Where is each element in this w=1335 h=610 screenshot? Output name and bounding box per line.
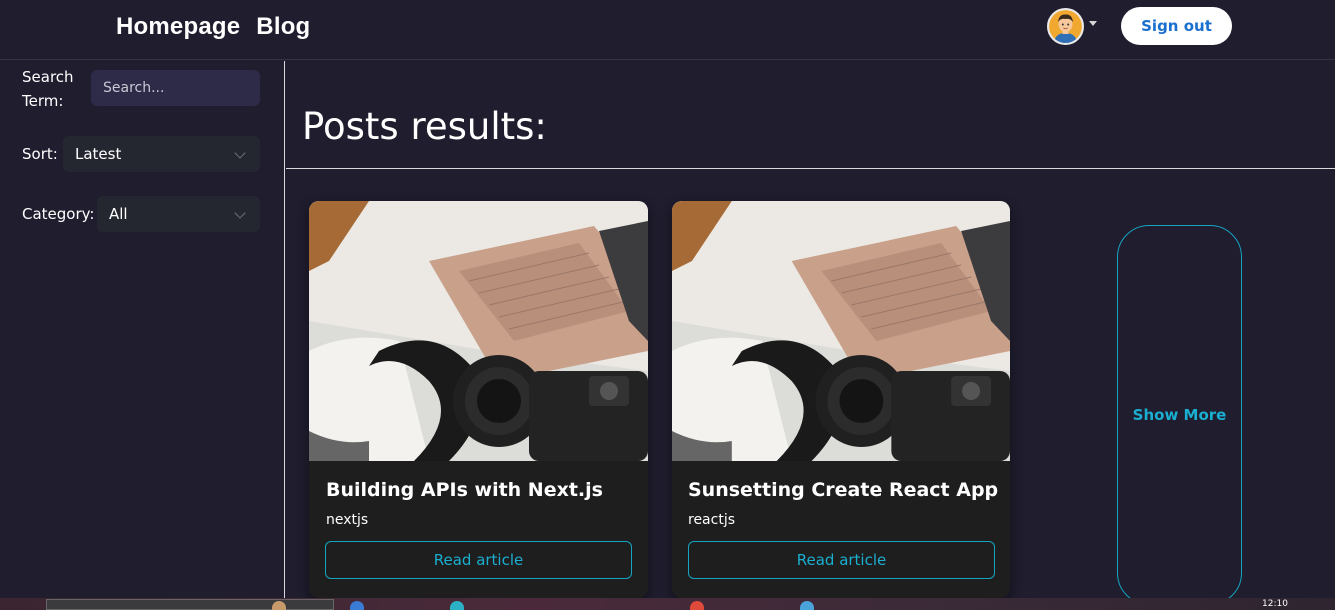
taskbar-search-box[interactable] — [46, 599, 334, 610]
app-icon[interactable] — [350, 601, 364, 610]
app-icon[interactable] — [450, 601, 464, 610]
sort-selected-value: Latest — [75, 145, 122, 163]
taskbar-clock[interactable]: 12:10 — [1262, 599, 1288, 609]
category-select[interactable]: All — [97, 196, 260, 232]
os-taskbar: 12:10 — [0, 598, 1335, 610]
read-article-button[interactable]: Read article — [325, 541, 632, 579]
post-thumbnail-image[interactable] — [672, 201, 1010, 461]
page-title: Posts results: — [302, 105, 547, 148]
nav-homepage-link[interactable]: Homepage — [116, 13, 240, 41]
category-label: Category: — [22, 205, 95, 223]
avatar-dropdown-chevron-icon[interactable] — [1089, 21, 1097, 26]
post-category: nextjs — [326, 512, 369, 528]
show-more-button[interactable]: Show More — [1117, 225, 1242, 605]
filters-sidebar: Search Term: Sort: Latest Category: All — [0, 61, 285, 601]
title-divider — [286, 168, 1335, 169]
post-title[interactable]: Sunsetting Create React App — [688, 479, 998, 501]
read-article-button[interactable]: Read article — [688, 541, 995, 579]
category-selected-value: All — [109, 205, 128, 223]
user-avatar-icon[interactable] — [1047, 8, 1084, 45]
browser-icon[interactable] — [690, 601, 704, 610]
post-card[interactable]: Building APIs with Next.js nextjs Read a… — [309, 201, 648, 598]
post-category: reactjs — [688, 512, 736, 528]
nav-blog-link[interactable]: Blog — [256, 13, 310, 41]
main-nav: Homepage Blog — [116, 13, 310, 41]
post-title[interactable]: Building APIs with Next.js — [326, 479, 603, 501]
sort-label: Sort: — [22, 145, 58, 163]
chevron-down-icon — [234, 147, 246, 159]
chevron-down-icon — [234, 207, 246, 219]
cat-icon[interactable] — [272, 601, 286, 610]
sort-select[interactable]: Latest — [63, 136, 260, 172]
app-icon[interactable] — [800, 601, 814, 610]
post-thumbnail-image[interactable] — [309, 201, 648, 461]
search-term-label: Search Term: — [22, 68, 74, 110]
top-navbar: Homepage Blog Sign out — [0, 0, 1335, 60]
search-input[interactable] — [91, 70, 260, 106]
sign-out-button[interactable]: Sign out — [1121, 7, 1232, 45]
post-card[interactable]: Sunsetting Create React App reactjs Read… — [672, 201, 1010, 598]
